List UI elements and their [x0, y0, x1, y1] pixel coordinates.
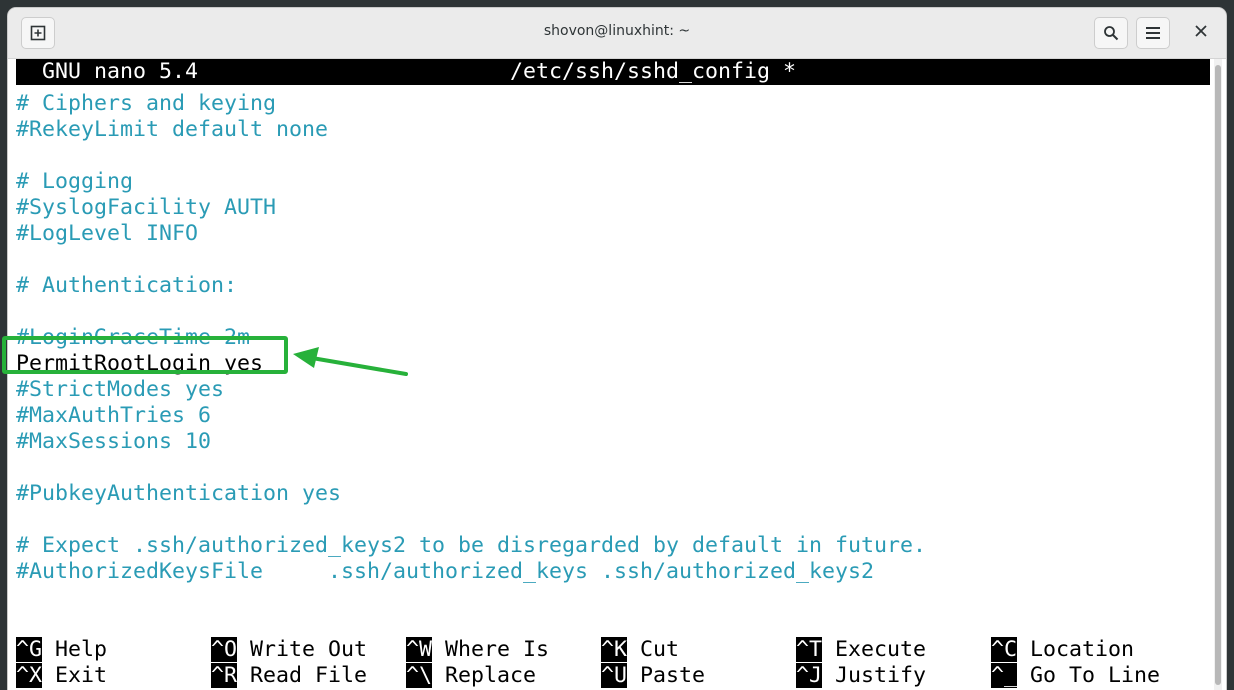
config-line: #AuthorizedKeysFile .ssh/authorized_keys… — [16, 559, 875, 584]
shortcut-cut: ^K Cut — [601, 637, 680, 662]
nano-filename: /etc/ssh/sshd_config * — [510, 59, 797, 84]
config-line: #RekeyLimit default none — [16, 117, 329, 142]
close-button[interactable] — [1190, 21, 1212, 43]
shortcut-paste: ^U Paste — [601, 663, 706, 688]
shortcut-read-file: ^R Read File — [211, 663, 368, 688]
scrollbar[interactable] — [1214, 59, 1222, 690]
nano-version: GNU nano 5.4 — [42, 59, 199, 84]
shortcut-exit: ^X Exit — [16, 663, 108, 688]
config-line: # Logging — [16, 169, 134, 194]
config-line: # Authentication: — [16, 273, 238, 298]
shortcut-help: ^G Help — [16, 637, 108, 662]
nano-header-bar: GNU nano 5.4 /etc/ssh/sshd_config * — [16, 59, 1210, 85]
window-title: shovon@linuxhint: ~ — [543, 23, 691, 39]
config-line: #MaxSessions 10 — [16, 429, 212, 454]
shortcut-location: ^C Location — [991, 637, 1135, 662]
config-line: #StrictModes yes — [16, 377, 225, 402]
config-line: # Expect .ssh/authorized_keys2 to be dis… — [16, 533, 927, 558]
terminal-content[interactable]: GNU nano 5.4 /etc/ssh/sshd_config * # Ci… — [16, 59, 1210, 690]
title-bar: shovon@linuxhint: ~ — [8, 8, 1226, 59]
highlight-annotation-box — [2, 336, 288, 374]
menu-button[interactable] — [1136, 17, 1170, 49]
shortcut-justify: ^J Justify — [796, 663, 927, 688]
close-icon — [1195, 25, 1207, 37]
scrollbar-thumb[interactable] — [1215, 65, 1221, 685]
config-line: #PubkeyAuthentication yes — [16, 481, 342, 506]
config-line: # Ciphers and keying — [16, 91, 277, 116]
shortcut-replace: ^\ Replace — [406, 663, 537, 688]
config-line: #SyslogFacility AUTH — [16, 195, 277, 220]
hamburger-menu-icon — [1146, 27, 1160, 39]
shortcut-write-out: ^O Write Out — [211, 637, 368, 662]
config-line: #LogLevel INFO — [16, 221, 199, 246]
shortcut-execute: ^T Execute — [796, 637, 927, 662]
search-icon — [1104, 26, 1119, 41]
config-line: #MaxAuthTries 6 — [16, 403, 212, 428]
shortcut-where-is: ^W Where Is — [406, 637, 550, 662]
search-button[interactable] — [1094, 17, 1128, 49]
shortcut-go-to-line: ^_ Go To Line — [991, 663, 1161, 688]
